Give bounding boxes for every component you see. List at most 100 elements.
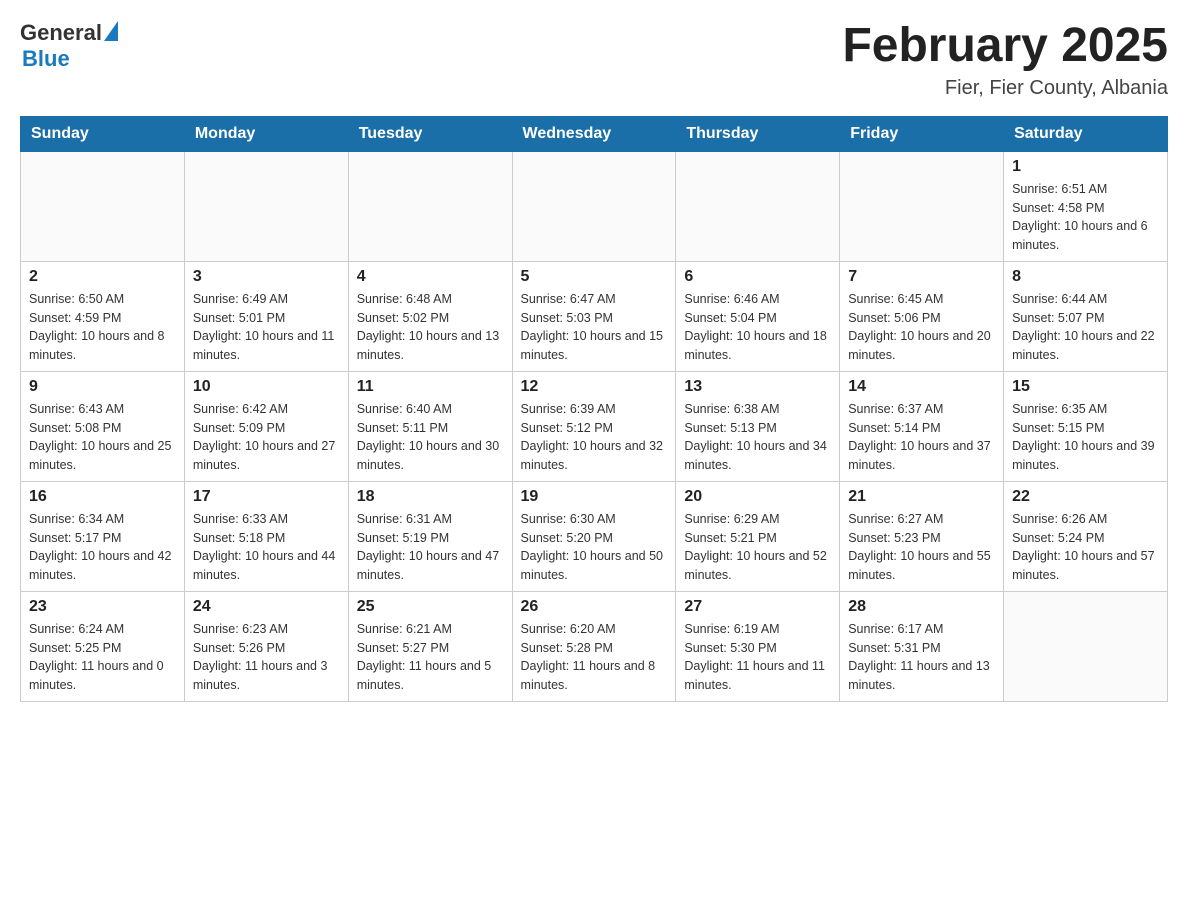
logo-general-text: General xyxy=(20,20,102,46)
day-info: Sunrise: 6:44 AM Sunset: 5:07 PM Dayligh… xyxy=(1012,290,1159,365)
calendar-day-cell xyxy=(676,151,840,261)
calendar-day-cell: 3Sunrise: 6:49 AM Sunset: 5:01 PM Daylig… xyxy=(184,261,348,371)
day-number: 10 xyxy=(193,378,340,396)
calendar-day-cell xyxy=(1004,591,1168,701)
day-info: Sunrise: 6:47 AM Sunset: 5:03 PM Dayligh… xyxy=(521,290,668,365)
title-section: February 2025 Fier, Fier County, Albania xyxy=(842,20,1168,100)
calendar-week-row: 1 Sunrise: 6:51 AM Sunset: 4:58 PM Daylig… xyxy=(21,151,1168,261)
day-number: 23 xyxy=(29,598,176,616)
day-number: 12 xyxy=(521,378,668,396)
calendar-day-cell: 20 Sunrise: 6:29 AM Sunset: 5:21 PM Dayli… xyxy=(676,481,840,591)
day-info: Sunrise: 6:24 AM Sunset: 5:25 PM Dayligh… xyxy=(29,620,176,695)
day-number: 9 xyxy=(29,378,176,396)
day-info: Sunrise: 6:37 AM Sunset: 5:14 PM Dayligh… xyxy=(848,400,995,475)
calendar-day-cell: 9 Sunrise: 6:43 AM Sunset: 5:08 PM Daylig… xyxy=(21,371,185,481)
calendar-table: SundayMondayTuesdayWednesdayThursdayFrid… xyxy=(20,116,1168,702)
calendar-day-cell: 23 Sunrise: 6:24 AM Sunset: 5:25 PM Dayli… xyxy=(21,591,185,701)
day-number: 25 xyxy=(357,598,504,616)
day-number: 5 xyxy=(521,268,668,286)
day-info: Sunrise: 6:42 AM Sunset: 5:09 PM Dayligh… xyxy=(193,400,340,475)
calendar-day-cell xyxy=(21,151,185,261)
day-info: Sunrise: 6:49 AM Sunset: 5:01 PM Dayligh… xyxy=(193,290,340,365)
day-of-week-header: Friday xyxy=(840,116,1004,151)
day-info: Sunrise: 6:48 AM Sunset: 5:02 PM Dayligh… xyxy=(357,290,504,365)
calendar-week-row: 9 Sunrise: 6:43 AM Sunset: 5:08 PM Daylig… xyxy=(21,371,1168,481)
day-info: Sunrise: 6:34 AM Sunset: 5:17 PM Dayligh… xyxy=(29,510,176,585)
day-info: Sunrise: 6:20 AM Sunset: 5:28 PM Dayligh… xyxy=(521,620,668,695)
calendar-day-cell: 14 Sunrise: 6:37 AM Sunset: 5:14 PM Dayli… xyxy=(840,371,1004,481)
day-number: 17 xyxy=(193,488,340,506)
day-info: Sunrise: 6:30 AM Sunset: 5:20 PM Dayligh… xyxy=(521,510,668,585)
location-title: Fier, Fier County, Albania xyxy=(842,77,1168,100)
calendar-day-cell: 27 Sunrise: 6:19 AM Sunset: 5:30 PM Dayli… xyxy=(676,591,840,701)
day-number: 15 xyxy=(1012,378,1159,396)
day-info: Sunrise: 6:26 AM Sunset: 5:24 PM Dayligh… xyxy=(1012,510,1159,585)
day-of-week-header: Sunday xyxy=(21,116,185,151)
day-info: Sunrise: 6:23 AM Sunset: 5:26 PM Dayligh… xyxy=(193,620,340,695)
day-number: 1 xyxy=(1012,158,1159,176)
day-info: Sunrise: 6:40 AM Sunset: 5:11 PM Dayligh… xyxy=(357,400,504,475)
day-number: 6 xyxy=(684,268,831,286)
day-number: 22 xyxy=(1012,488,1159,506)
day-info: Sunrise: 6:19 AM Sunset: 5:30 PM Dayligh… xyxy=(684,620,831,695)
day-number: 24 xyxy=(193,598,340,616)
calendar-day-cell: 8 Sunrise: 6:44 AM Sunset: 5:07 PM Daylig… xyxy=(1004,261,1168,371)
day-number: 19 xyxy=(521,488,668,506)
day-info: Sunrise: 6:45 AM Sunset: 5:06 PM Dayligh… xyxy=(848,290,995,365)
day-of-week-header: Thursday xyxy=(676,116,840,151)
month-title: February 2025 xyxy=(842,20,1168,73)
calendar-day-cell xyxy=(348,151,512,261)
day-number: 20 xyxy=(684,488,831,506)
day-number: 2 xyxy=(29,268,176,286)
calendar-day-cell xyxy=(512,151,676,261)
calendar-day-cell: 24 Sunrise: 6:23 AM Sunset: 5:26 PM Dayli… xyxy=(184,591,348,701)
calendar-week-row: 2 Sunrise: 6:50 AM Sunset: 4:59 PM Daylig… xyxy=(21,261,1168,371)
day-info: Sunrise: 6:50 AM Sunset: 4:59 PM Dayligh… xyxy=(29,290,176,365)
day-info: Sunrise: 6:35 AM Sunset: 5:15 PM Dayligh… xyxy=(1012,400,1159,475)
day-number: 4 xyxy=(357,268,504,286)
calendar-day-cell: 1 Sunrise: 6:51 AM Sunset: 4:58 PM Daylig… xyxy=(1004,151,1168,261)
calendar-day-cell: 19 Sunrise: 6:30 AM Sunset: 5:20 PM Dayli… xyxy=(512,481,676,591)
day-number: 28 xyxy=(848,598,995,616)
day-info: Sunrise: 6:29 AM Sunset: 5:21 PM Dayligh… xyxy=(684,510,831,585)
calendar-day-cell: 10 Sunrise: 6:42 AM Sunset: 5:09 PM Dayli… xyxy=(184,371,348,481)
day-of-week-header: Saturday xyxy=(1004,116,1168,151)
calendar-day-cell: 16Sunrise: 6:34 AM Sunset: 5:17 PM Dayli… xyxy=(21,481,185,591)
day-of-week-header: Wednesday xyxy=(512,116,676,151)
day-info: Sunrise: 6:27 AM Sunset: 5:23 PM Dayligh… xyxy=(848,510,995,585)
day-number: 27 xyxy=(684,598,831,616)
calendar-day-cell xyxy=(840,151,1004,261)
day-info: Sunrise: 6:38 AM Sunset: 5:13 PM Dayligh… xyxy=(684,400,831,475)
calendar-day-cell: 25 Sunrise: 6:21 AM Sunset: 5:27 PM Dayli… xyxy=(348,591,512,701)
day-info: Sunrise: 6:43 AM Sunset: 5:08 PM Dayligh… xyxy=(29,400,176,475)
day-info: Sunrise: 6:39 AM Sunset: 5:12 PM Dayligh… xyxy=(521,400,668,475)
day-number: 11 xyxy=(357,378,504,396)
day-number: 8 xyxy=(1012,268,1159,286)
day-number: 14 xyxy=(848,378,995,396)
calendar-day-cell: 21Sunrise: 6:27 AM Sunset: 5:23 PM Dayli… xyxy=(840,481,1004,591)
day-number: 13 xyxy=(684,378,831,396)
page-header: General Blue February 2025 Fier, Fier Co… xyxy=(20,20,1168,100)
calendar-day-cell xyxy=(184,151,348,261)
calendar-header-row: SundayMondayTuesdayWednesdayThursdayFrid… xyxy=(21,116,1168,151)
day-info: Sunrise: 6:51 AM Sunset: 4:58 PM Dayligh… xyxy=(1012,180,1159,255)
calendar-day-cell: 12 Sunrise: 6:39 AM Sunset: 5:12 PM Dayli… xyxy=(512,371,676,481)
day-info: Sunrise: 6:17 AM Sunset: 5:31 PM Dayligh… xyxy=(848,620,995,695)
day-info: Sunrise: 6:46 AM Sunset: 5:04 PM Dayligh… xyxy=(684,290,831,365)
calendar-day-cell: 22 Sunrise: 6:26 AM Sunset: 5:24 PM Dayli… xyxy=(1004,481,1168,591)
calendar-day-cell: 15 Sunrise: 6:35 AM Sunset: 5:15 PM Dayli… xyxy=(1004,371,1168,481)
logo-triangle-icon xyxy=(104,21,118,41)
day-info: Sunrise: 6:21 AM Sunset: 5:27 PM Dayligh… xyxy=(357,620,504,695)
calendar-day-cell: 2 Sunrise: 6:50 AM Sunset: 4:59 PM Daylig… xyxy=(21,261,185,371)
calendar-day-cell: 13 Sunrise: 6:38 AM Sunset: 5:13 PM Dayli… xyxy=(676,371,840,481)
calendar-week-row: 16Sunrise: 6:34 AM Sunset: 5:17 PM Dayli… xyxy=(21,481,1168,591)
calendar-day-cell: 26 Sunrise: 6:20 AM Sunset: 5:28 PM Dayli… xyxy=(512,591,676,701)
logo: General Blue xyxy=(20,20,118,72)
day-number: 26 xyxy=(521,598,668,616)
calendar-week-row: 23 Sunrise: 6:24 AM Sunset: 5:25 PM Dayli… xyxy=(21,591,1168,701)
calendar-day-cell: 7Sunrise: 6:45 AM Sunset: 5:06 PM Daylig… xyxy=(840,261,1004,371)
day-of-week-header: Monday xyxy=(184,116,348,151)
calendar-day-cell: 4 Sunrise: 6:48 AM Sunset: 5:02 PM Daylig… xyxy=(348,261,512,371)
day-info: Sunrise: 6:33 AM Sunset: 5:18 PM Dayligh… xyxy=(193,510,340,585)
day-number: 18 xyxy=(357,488,504,506)
